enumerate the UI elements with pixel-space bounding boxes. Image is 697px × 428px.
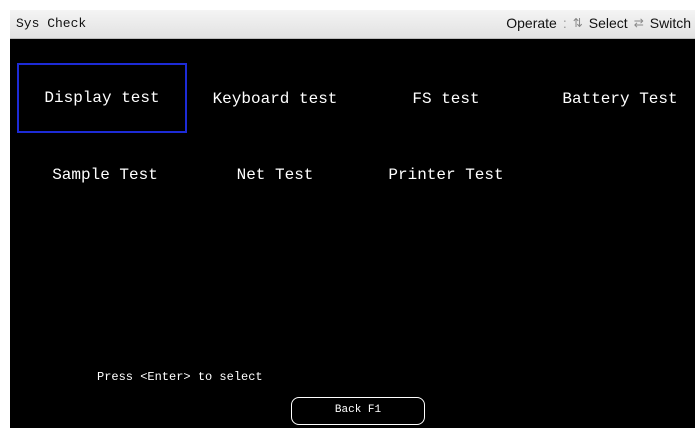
test-menu-panel: Display test Keyboard test FS test Batte…	[10, 39, 695, 428]
page-title: Sys Check	[16, 16, 87, 31]
menu-item-printer-test[interactable]: Printer Test	[376, 158, 516, 192]
operate-label: Operate	[506, 15, 557, 31]
key-hints: Operate : ⇅ Select ⇄ Switch	[506, 15, 691, 31]
hint-separator: :	[562, 15, 567, 31]
menu-item-display-test[interactable]: Display test	[17, 63, 187, 133]
select-label: Select	[588, 15, 628, 31]
menu-item-keyboard-test[interactable]: Keyboard test	[200, 82, 350, 116]
switch-label: Switch	[649, 15, 691, 31]
menu-item-net-test[interactable]: Net Test	[200, 158, 350, 192]
switch-arrows-icon: ⇄	[633, 16, 644, 30]
enter-prompt: Press <Enter> to select	[97, 370, 263, 384]
menu-item-battery-test[interactable]: Battery Test	[550, 82, 690, 116]
title-bar: Sys Check Operate : ⇅ Select ⇄ Switch	[10, 10, 695, 39]
select-arrows-icon: ⇅	[572, 16, 583, 30]
menu-item-sample-test[interactable]: Sample Test	[30, 158, 180, 192]
sys-check-screen: Sys Check Operate : ⇅ Select ⇄ Switch Di…	[0, 0, 697, 428]
menu-item-fs-test[interactable]: FS test	[376, 82, 516, 116]
back-button[interactable]: Back F1	[291, 397, 425, 425]
